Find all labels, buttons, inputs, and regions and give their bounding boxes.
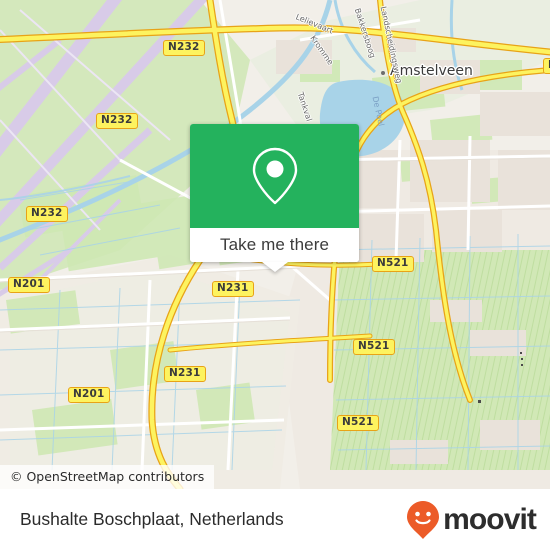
road-shield-n232[interactable]: N232 — [26, 206, 68, 222]
place-dot-amstelveen — [381, 71, 385, 75]
road-shield-n201[interactable]: N201 — [68, 387, 110, 403]
road-shield-n201[interactable]: N201 — [8, 277, 50, 293]
road-shield-n521[interactable]: N521 — [337, 415, 379, 431]
road-shield-n232[interactable]: N232 — [163, 40, 205, 56]
card-pin-area — [190, 124, 359, 228]
card-pointer-tail — [261, 262, 288, 272]
osm-attribution[interactable]: © OpenStreetMap contributors — [0, 465, 215, 489]
road-shield-n232[interactable]: N232 — [96, 113, 138, 129]
road-shield-n231[interactable]: N231 — [164, 366, 206, 382]
map-share-card: Amstelveen Lelievaart Kromme Bakkersboog… — [0, 0, 550, 550]
moovit-logo[interactable]: moovit — [406, 500, 537, 540]
location-title: Bushalte Boschplaat, Netherlands — [20, 509, 284, 529]
take-me-there-label: Take me there — [219, 235, 330, 254]
moovit-smiley-pin-icon — [407, 500, 440, 539]
road-shield-n231[interactable]: N231 — [212, 281, 254, 297]
road-shield-edge-clipped[interactable]: N — [543, 58, 550, 74]
moovit-wordmark: moovit — [443, 502, 537, 536]
footer-bar: Bushalte Boschplaat, Netherlands moovit — [0, 489, 550, 550]
take-me-there-button[interactable]: Take me there — [190, 228, 359, 262]
road-shield-n521[interactable]: N521 — [353, 339, 395, 355]
map-pin-icon — [252, 147, 297, 205]
road-shield-n521[interactable]: N521 — [372, 256, 414, 272]
take-me-there-card[interactable]: Take me there — [190, 124, 359, 272]
